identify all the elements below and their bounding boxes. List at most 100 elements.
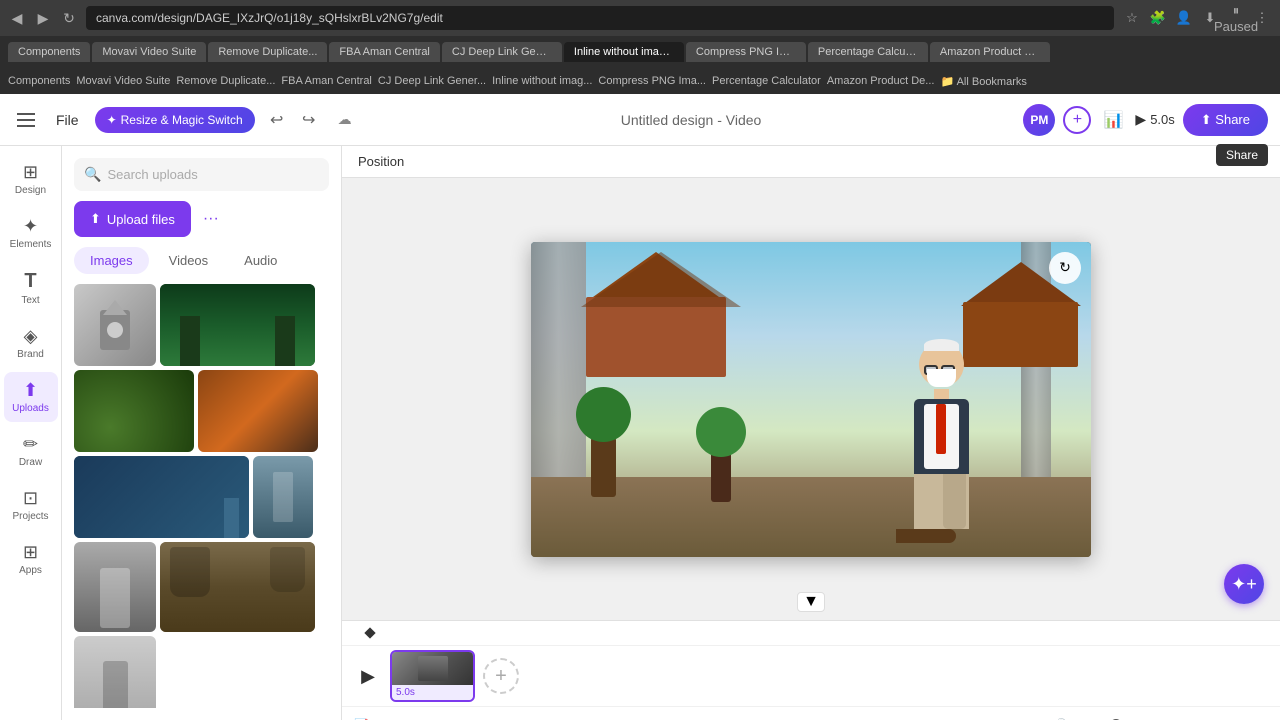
tab-audio[interactable]: Audio [228, 247, 293, 274]
media-thumb-8[interactable] [160, 542, 315, 632]
bookmark-all[interactable]: 📁 All Bookmarks [940, 75, 1026, 88]
sidebar-item-elements[interactable]: ✦ Elements [4, 208, 58, 258]
timeline-play-button[interactable]: ▶ [354, 662, 382, 690]
share-button[interactable]: ⬆ Share Share [1183, 104, 1268, 136]
audio-btn[interactable]: 🔊 [1048, 713, 1072, 720]
refresh-icon: ↻ [1059, 259, 1071, 276]
fullscreen-button[interactable]: ⛶ [1216, 713, 1240, 720]
save-button[interactable]: ☁ [331, 106, 359, 134]
media-thumb-4[interactable] [198, 370, 318, 452]
bookmark-amazon[interactable]: Amazon Product De... [827, 75, 935, 87]
tab-videos[interactable]: Videos [153, 247, 225, 274]
tab-active[interactable]: Inline without imag... [564, 42, 684, 62]
bookmark-compress[interactable]: Compress PNG Ima... [598, 75, 706, 87]
sidebar-item-apps[interactable]: ⊞ Apps [4, 534, 58, 584]
undo-button[interactable]: ↩ [263, 106, 291, 134]
media-thumb-5[interactable] [74, 456, 249, 538]
sidebar-item-uploads[interactable]: ⬆ Uploads [4, 372, 58, 422]
collapse-button[interactable]: ▼ [797, 592, 825, 612]
tab-fba[interactable]: FBA Aman Central [329, 42, 440, 62]
reload-btn[interactable]: ↻ [60, 9, 78, 27]
file-button[interactable]: File [48, 108, 87, 132]
magic-switch-button[interactable]: ✦ Resize & Magic Switch [95, 107, 255, 133]
media-thumb-2[interactable] [160, 284, 315, 366]
sidebar-label-apps: Apps [19, 565, 42, 576]
sidebar-label-design: Design [15, 185, 46, 196]
tab-compress[interactable]: Compress PNG Ima... [686, 42, 806, 62]
topbar-right: PM + 📊 ▶ 5.0s ⬆ Share Share [1023, 104, 1268, 136]
bookmark-movavi[interactable]: Movavi Video Suite [76, 75, 170, 87]
forward-btn[interactable]: ▶ [34, 9, 52, 27]
sidebar-item-draw[interactable]: ✏ Draw [4, 426, 58, 476]
tab-remove[interactable]: Remove Duplicate... [208, 42, 327, 62]
canvas-workspace[interactable]: ↻ ▼ ✦+ [342, 178, 1280, 620]
topbar-center: Untitled design - Video [371, 112, 1012, 128]
back-btn[interactable]: ◀ [8, 9, 26, 27]
upload-files-button[interactable]: ⬆ Upload files [74, 201, 191, 237]
design-title: Untitled design - Video [621, 112, 762, 128]
chevron-down-icon: ▼ [803, 593, 819, 611]
bookmark-star[interactable]: ☆ [1122, 8, 1142, 28]
avatar[interactable]: PM [1023, 104, 1055, 136]
clip-duration-label: 5.0s [392, 685, 473, 700]
tab-movavi[interactable]: Movavi Video Suite [92, 42, 206, 62]
sidebar-item-design[interactable]: ⊞ Design [4, 154, 58, 204]
bookmark-fba[interactable]: FBA Aman Central [281, 75, 372, 87]
bookmark-inline[interactable]: Inline without imag... [492, 75, 592, 87]
apps-icon: ⊞ [23, 542, 38, 563]
refresh-button[interactable]: ↻ [1049, 252, 1081, 284]
help-button[interactable]: ? [1244, 713, 1268, 720]
analytics-button[interactable]: 📊 [1099, 106, 1127, 134]
sidebar-item-projects[interactable]: ⊡ Projects [4, 480, 58, 530]
ai-magic-button[interactable]: ✦+ [1224, 564, 1264, 604]
draw-icon: ✏ [23, 434, 38, 455]
canvas-timeline-wrapper: Position [342, 146, 1280, 720]
sidebar-label-elements: Elements [10, 239, 52, 250]
media-thumb-6[interactable] [253, 456, 313, 538]
tab-amazon[interactable]: Amazon Product De... [930, 42, 1050, 62]
play-preview-button[interactable]: ▶ 5.0s [1135, 111, 1174, 128]
tab-percent[interactable]: Percentage Calculat... [808, 42, 928, 62]
url-bar[interactable]: canva.com/design/DAGE_IXzJrQ/o1j18y_sQHs… [86, 6, 1114, 30]
sidebar-label-brand: Brand [17, 349, 44, 360]
upload-more-options[interactable]: ··· [199, 210, 223, 228]
elements-icon: ✦ [23, 216, 38, 237]
bookmark-remove[interactable]: Remove Duplicate... [176, 75, 275, 87]
menu-button[interactable] [12, 106, 40, 134]
topbar-left: File ✦ Resize & Magic Switch ↩ ↪ ☁ [12, 106, 359, 134]
upload-row: ⬆ Upload files ··· [74, 201, 329, 237]
bookmark-cj[interactable]: CJ Deep Link Gener... [378, 75, 486, 87]
sidebar-item-text[interactable]: T Text [4, 262, 58, 314]
bookmark-percent[interactable]: Percentage Calculator [712, 75, 821, 87]
extensions-btn[interactable]: 🧩 [1148, 8, 1168, 28]
search-bar: 🔍 [74, 158, 329, 191]
position-label: Position [358, 154, 404, 169]
media-thumb-3[interactable] [74, 370, 194, 452]
redo-button[interactable]: ↪ [295, 106, 323, 134]
media-thumb-7[interactable] [74, 542, 156, 632]
tab-cj[interactable]: CJ Deep Link Gener... [442, 42, 562, 62]
sidebar-item-brand[interactable]: ◈ Brand [4, 318, 58, 368]
add-collaborator-button[interactable]: + [1063, 106, 1091, 134]
tab-components[interactable]: Components [8, 42, 90, 62]
star-plus-icon: ✦+ [1231, 574, 1257, 595]
menu-line-2 [17, 119, 35, 121]
fit-view-button[interactable]: ⊡ [1020, 713, 1044, 720]
tab-images[interactable]: Images [74, 247, 149, 274]
more-btn[interactable]: ⋮ [1252, 8, 1272, 28]
menu-line-1 [17, 113, 35, 115]
upload-label: Upload files [107, 212, 175, 227]
add-clip-button[interactable]: + [483, 658, 519, 694]
bookmark-components[interactable]: Components [8, 75, 70, 87]
media-thumb-1[interactable] [74, 284, 156, 366]
paused-btn[interactable]: ⏸ Paused [1226, 8, 1246, 28]
projects-icon: ⊡ [23, 488, 38, 509]
grid-view-button[interactable]: ⊞ [1188, 713, 1212, 720]
history-controls: ↩ ↪ [263, 106, 323, 134]
media-thumb-9[interactable] [74, 636, 156, 708]
canvas-area: Position [342, 146, 1280, 620]
timeline-controls [342, 621, 1280, 646]
search-input[interactable] [107, 167, 319, 182]
profile-btn[interactable]: 👤 [1174, 8, 1194, 28]
timeline-clip-1[interactable]: 5.0s [390, 650, 475, 702]
